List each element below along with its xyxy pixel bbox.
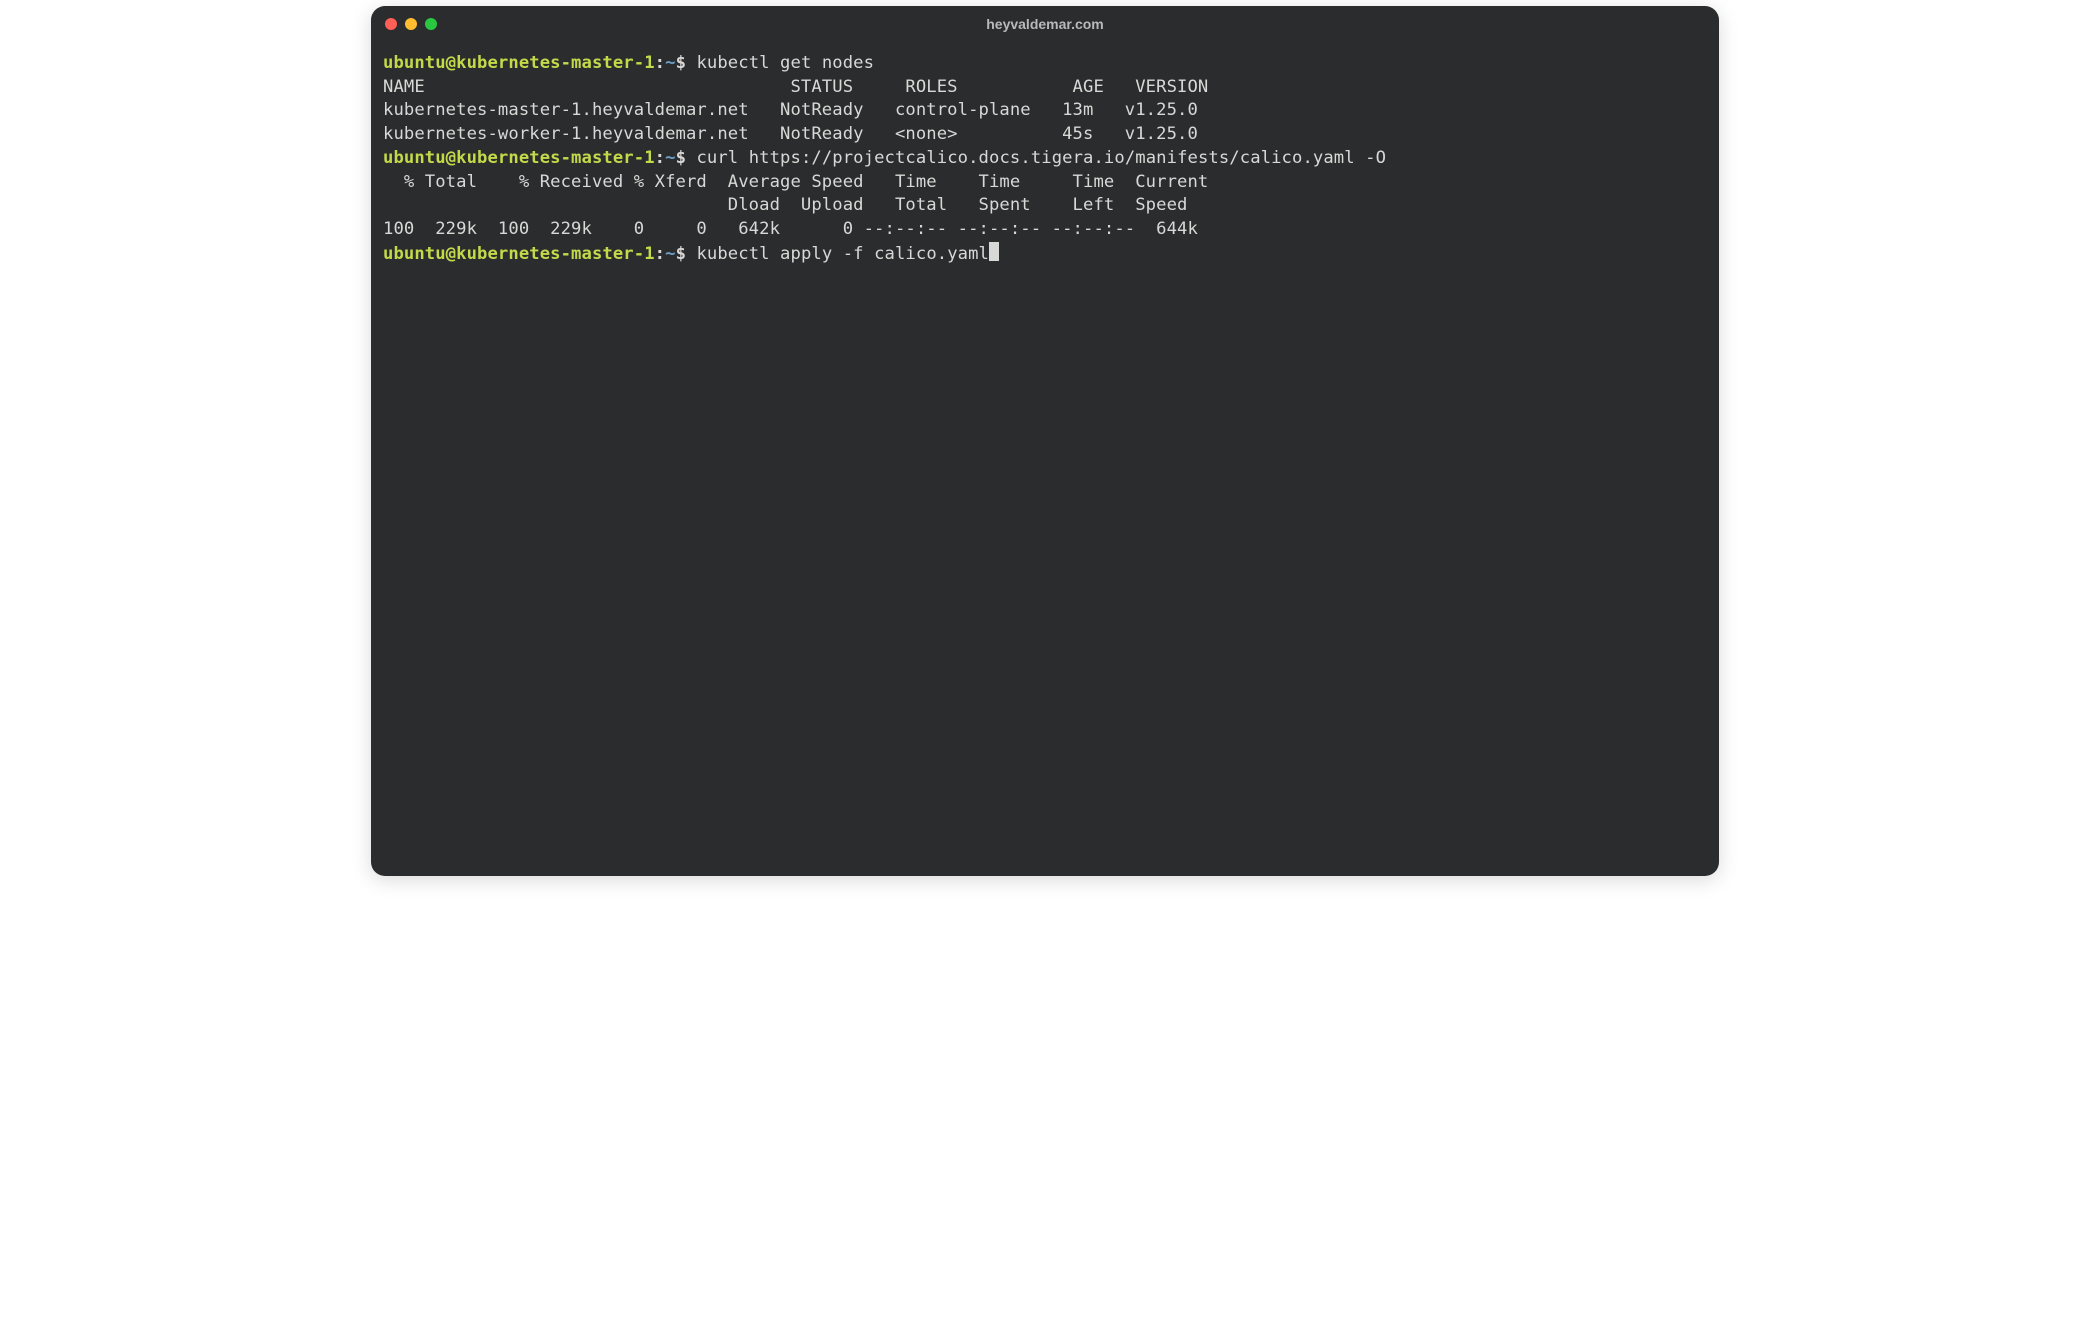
nodes-header: NAME STATUS ROLES AGE VERSION (383, 76, 1707, 100)
command-3: kubectl apply -f calico.yaml (696, 244, 989, 264)
window-title: heyvaldemar.com (371, 16, 1719, 32)
prompt-dollar: $ (676, 53, 697, 73)
titlebar: heyvaldemar.com (371, 6, 1719, 42)
prompt-line-1: ubuntu@kubernetes-master-1:~$ kubectl ge… (383, 52, 1707, 76)
command-2: curl https://projectcalico.docs.tigera.i… (696, 148, 1386, 168)
curl-header-2: Dload Upload Total Spent Left Speed (383, 194, 1707, 218)
prompt-colon: : (655, 244, 665, 264)
prompt-user-host: ubuntu@kubernetes-master-1 (383, 53, 655, 73)
minimize-icon[interactable] (405, 18, 417, 30)
nodes-row-worker: kubernetes-worker-1.heyvaldemar.net NotR… (383, 123, 1707, 147)
prompt-colon: : (655, 148, 665, 168)
curl-progress-row: 100 229k 100 229k 0 0 642k 0 --:--:-- --… (383, 218, 1707, 242)
prompt-user-host: ubuntu@kubernetes-master-1 (383, 148, 655, 168)
prompt-path: ~ (665, 53, 675, 73)
prompt-dollar: $ (676, 148, 697, 168)
prompt-path: ~ (665, 244, 675, 264)
prompt-line-3: ubuntu@kubernetes-master-1:~$ kubectl ap… (383, 242, 1707, 267)
close-icon[interactable] (385, 18, 397, 30)
prompt-line-2: ubuntu@kubernetes-master-1:~$ curl https… (383, 147, 1707, 171)
terminal-window: heyvaldemar.com ubuntu@kubernetes-master… (371, 6, 1719, 876)
cursor-icon (989, 242, 999, 261)
terminal-body[interactable]: ubuntu@kubernetes-master-1:~$ kubectl ge… (371, 42, 1719, 876)
prompt-user-host: ubuntu@kubernetes-master-1 (383, 244, 655, 264)
command-1: kubectl get nodes (696, 53, 874, 73)
nodes-row-master: kubernetes-master-1.heyvaldemar.net NotR… (383, 99, 1707, 123)
prompt-path: ~ (665, 148, 675, 168)
prompt-dollar: $ (676, 244, 697, 264)
curl-header-1: % Total % Received % Xferd Average Speed… (383, 171, 1707, 195)
traffic-lights (385, 18, 437, 30)
maximize-icon[interactable] (425, 18, 437, 30)
prompt-colon: : (655, 53, 665, 73)
